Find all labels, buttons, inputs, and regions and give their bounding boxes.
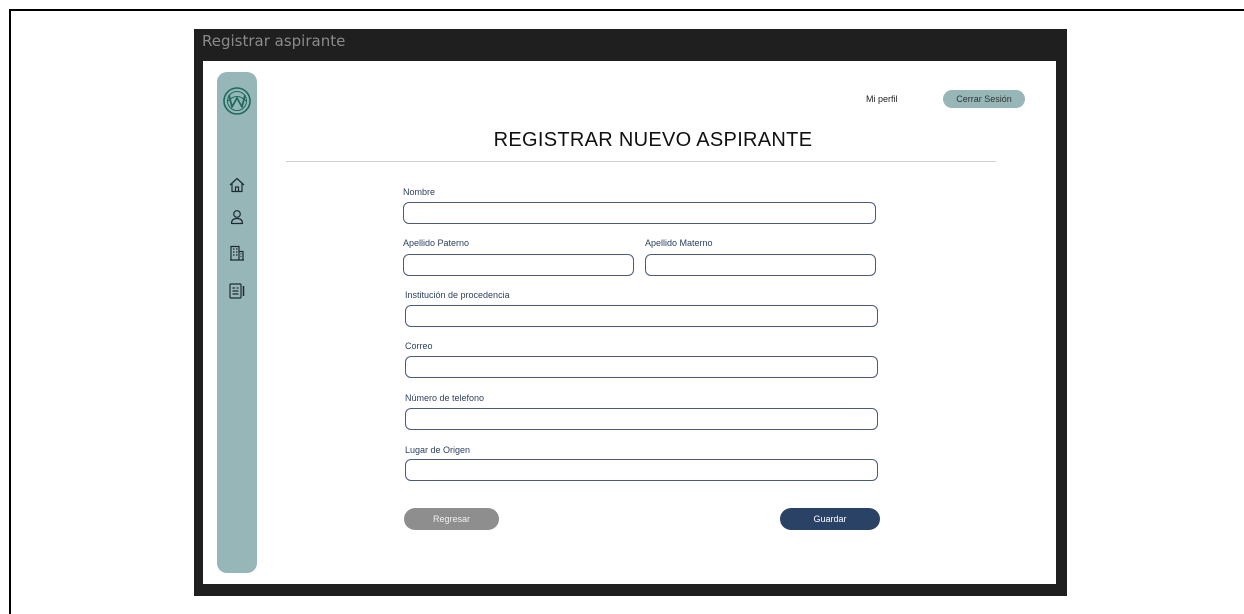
nombre-input[interactable]	[403, 202, 876, 224]
logout-button[interactable]: Cerrar Sesión	[943, 90, 1025, 108]
outer-frame-top-border	[9, 9, 1244, 11]
window-title: Registrar aspirante	[202, 32, 346, 50]
profile-link[interactable]: Mi perfil	[866, 94, 898, 104]
sidebar	[217, 72, 257, 573]
outer-frame-left-border	[9, 9, 11, 614]
apellido-paterno-label: Apellido Paterno	[403, 238, 470, 248]
apellido-materno-label: Apellido Materno	[645, 238, 713, 248]
correo-input[interactable]	[405, 356, 878, 378]
app-window: Registrar aspirante Mi perfil Cerrar Ses…	[194, 29, 1067, 596]
save-button[interactable]: Guardar	[780, 508, 880, 530]
main-panel: Mi perfil Cerrar Sesión REGISTRAR NUEVO …	[203, 61, 1056, 584]
page-title: REGISTRAR NUEVO ASPIRANTE	[493, 129, 813, 151]
lugar-origen-label: Lugar de Origen	[405, 445, 471, 455]
institucion-label: Institución de procedencia	[405, 290, 510, 300]
lugar-origen-input[interactable]	[405, 459, 878, 481]
telefono-input[interactable]	[405, 408, 878, 430]
id-card-icon[interactable]	[227, 281, 247, 301]
apellido-paterno-input[interactable]	[403, 254, 634, 276]
institucion-input[interactable]	[405, 305, 878, 327]
title-divider	[286, 161, 996, 162]
building-icon[interactable]	[227, 243, 247, 263]
back-button[interactable]: Regresar	[404, 508, 499, 530]
user-icon[interactable]	[227, 207, 247, 227]
telefono-label: Número de telefono	[405, 393, 485, 403]
correo-label: Correo	[405, 341, 433, 351]
university-logo-icon[interactable]	[222, 86, 252, 116]
nombre-label: Nombre	[403, 187, 436, 197]
apellido-materno-input[interactable]	[645, 254, 876, 276]
home-icon[interactable]	[227, 175, 247, 195]
